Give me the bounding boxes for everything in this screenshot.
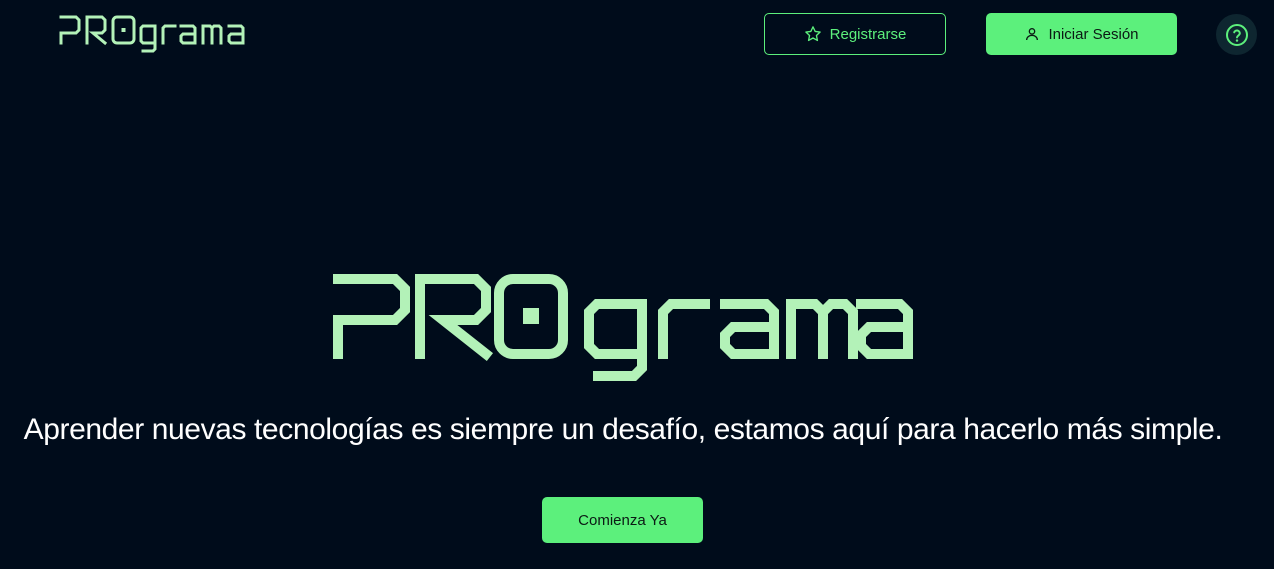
- star-icon: [804, 25, 822, 43]
- register-button-label: Registrarse: [829, 25, 907, 43]
- login-button[interactable]: Iniciar Sesión: [986, 13, 1177, 55]
- header-logo[interactable]: [59, 12, 263, 56]
- help-button[interactable]: [1216, 14, 1257, 55]
- register-button[interactable]: Registrarse: [764, 13, 946, 55]
- get-started-button[interactable]: Comienza Ya: [542, 497, 703, 543]
- user-icon: [1024, 26, 1040, 42]
- hero-logo: [333, 268, 917, 388]
- hero-tagline: Aprender nuevas tecnologías es siempre u…: [23, 413, 1223, 446]
- help-circle-icon: [1225, 23, 1249, 47]
- login-button-label: Iniciar Sesión: [1048, 25, 1139, 43]
- get-started-button-label: Comienza Ya: [578, 511, 667, 529]
